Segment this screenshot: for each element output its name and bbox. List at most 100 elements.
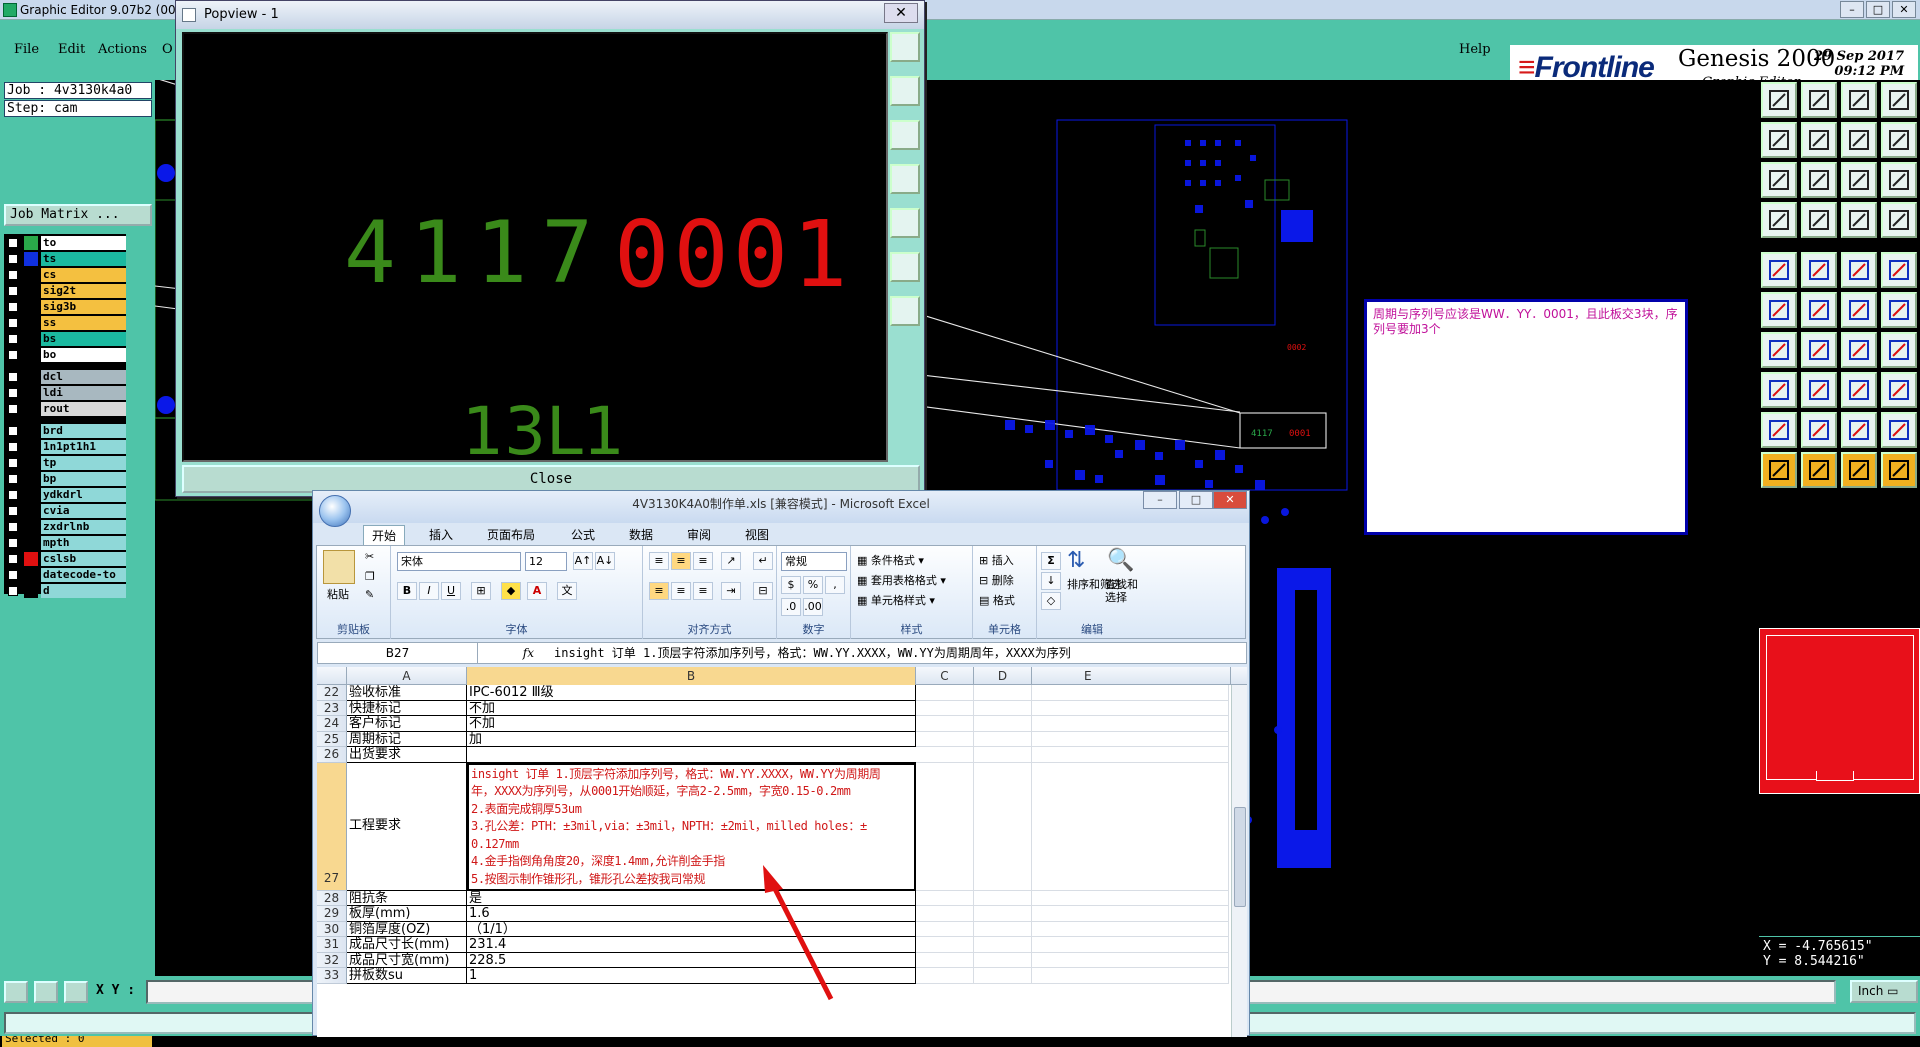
wrap-text-icon[interactable]: ↵ — [753, 552, 773, 570]
layer-color-swatch[interactable] — [24, 370, 38, 384]
format-cells-button[interactable]: ▤ 格式 — [979, 592, 1015, 608]
indent-icon[interactable]: ⇥ — [721, 582, 741, 600]
measure-icon[interactable] — [34, 981, 58, 1003]
layer-checkbox[interactable] — [8, 506, 18, 516]
layer-name[interactable]: sig2t — [41, 284, 126, 298]
wave-icon[interactable] — [1881, 412, 1917, 448]
layer-checkbox[interactable] — [8, 442, 18, 452]
layer-name[interactable]: dcl — [41, 370, 126, 384]
menu-help[interactable]: Help — [1459, 42, 1491, 57]
layer-row-mpth[interactable]: mpth — [4, 536, 126, 550]
layer-checkbox[interactable] — [8, 586, 18, 596]
find-select-button[interactable]: 查找和选择 — [1105, 578, 1147, 604]
layer-checkbox[interactable] — [8, 254, 18, 264]
formula-input[interactable]: insight 订单 1.顶层字符添加序列号，格式：WW.YY.XXXX，WW.… — [554, 643, 1071, 663]
menu-file[interactable]: File — [14, 42, 39, 57]
orientation-icon[interactable]: ↗ — [721, 552, 741, 570]
layer-row-d[interactable]: d — [4, 584, 126, 598]
layer-row-cs[interactable]: cs — [4, 268, 126, 282]
pad-icon[interactable] — [1761, 372, 1797, 408]
layer-color-swatch[interactable] — [24, 584, 38, 598]
layer-name[interactable]: ldi — [41, 386, 126, 400]
snake-icon[interactable] — [1761, 202, 1797, 238]
shrink-font-icon[interactable]: A↓ — [595, 552, 615, 570]
ribbon-tab-3[interactable]: 公式 — [563, 525, 603, 545]
layer-name[interactable]: cvia — [41, 504, 126, 518]
cell-style-button[interactable]: ▦ 单元格样式 ▾ — [857, 592, 935, 608]
layer-color-swatch[interactable] — [24, 536, 38, 550]
menu-options[interactable]: O — [162, 42, 173, 57]
conditional-format-button[interactable]: ▦ 条件格式 ▾ — [857, 552, 924, 568]
layer-checkbox[interactable] — [8, 350, 18, 360]
layer-name[interactable]: bp — [41, 472, 126, 486]
layer-name[interactable]: ss — [41, 316, 126, 330]
layer-row-rout[interactable]: rout — [4, 402, 126, 416]
font-color-icon[interactable]: A — [527, 582, 547, 600]
close-window-button[interactable]: ✕ — [1892, 1, 1916, 18]
font-name-select[interactable]: 宋体 — [397, 552, 521, 571]
grow-font-icon[interactable]: A↑ — [573, 552, 593, 570]
home-icon[interactable] — [1761, 82, 1797, 118]
layer-name[interactable]: 1n1pt1h1 — [41, 440, 126, 454]
layer-row-ts[interactable]: ts — [4, 252, 126, 266]
layer-name[interactable]: bo — [41, 348, 126, 362]
layer-color-swatch[interactable] — [24, 236, 38, 250]
peak-icon[interactable] — [1801, 412, 1837, 448]
job-matrix-button[interactable]: Job Matrix ... — [4, 204, 152, 226]
target-icon[interactable] — [1881, 252, 1917, 288]
popview-zoom-fit-icon[interactable] — [890, 296, 920, 326]
layer-checkbox[interactable] — [8, 238, 18, 248]
spreadsheet-grid[interactable]: ABCDE 22 验收标准 IPC-6012 Ⅲ级 23 快捷标记 不加 24 客户标记 不加 2… — [317, 667, 1247, 1037]
units-selector[interactable]: Inch ▭ — [1850, 980, 1918, 1003]
layer-name[interactable]: cs — [41, 268, 126, 282]
autosum-icon[interactable]: Σ — [1041, 552, 1061, 570]
fit-icon[interactable] — [1761, 162, 1797, 198]
layer-color-swatch[interactable] — [24, 402, 38, 416]
underline-icon[interactable]: U — [441, 582, 461, 600]
sort-filter-icon[interactable]: ⇅ — [1067, 548, 1095, 576]
fill-icon[interactable]: ↓ — [1041, 572, 1061, 590]
layer-checkbox[interactable] — [8, 474, 18, 484]
menu-icon[interactable] — [1881, 122, 1917, 158]
layer-checkbox[interactable] — [8, 426, 18, 436]
layer-checkbox[interactable] — [8, 334, 18, 344]
excel-maximize-button[interactable]: □ — [1179, 491, 1213, 509]
measure-icon[interactable] — [1801, 252, 1837, 288]
increase-decimal-icon[interactable]: .0 — [781, 598, 801, 616]
line-icon[interactable] — [1761, 332, 1797, 368]
percent-icon[interactable]: % — [803, 576, 823, 594]
layer-name[interactable]: ydkdrl — [41, 488, 126, 502]
layer-row-to[interactable]: to — [4, 236, 126, 250]
resize-icon[interactable] — [1841, 372, 1877, 408]
layer-checkbox[interactable] — [8, 538, 18, 548]
layer-name[interactable]: brd — [41, 424, 126, 438]
layer-name[interactable]: ts — [41, 252, 126, 266]
bold-icon[interactable]: B — [397, 582, 417, 600]
layer-color-swatch[interactable] — [24, 348, 38, 362]
layer-name[interactable]: rout — [41, 402, 126, 416]
link-icon[interactable] — [1841, 292, 1877, 328]
layer-row-tp[interactable]: tp — [4, 456, 126, 470]
layer-row-ydkdrl[interactable]: ydkdrl — [4, 488, 126, 502]
layer-color-swatch[interactable] — [24, 332, 38, 346]
slash-icon[interactable] — [1801, 332, 1837, 368]
layer-checkbox[interactable] — [8, 404, 18, 414]
menu-edit[interactable]: Edit — [58, 42, 85, 57]
ratio-icon[interactable] — [1841, 162, 1877, 198]
layer-checkbox[interactable] — [8, 490, 18, 500]
font-size-select[interactable]: 12 — [525, 552, 567, 571]
layer-name[interactable]: to — [41, 236, 126, 250]
popview-pan-up-icon[interactable] — [890, 76, 920, 106]
select-icon[interactable] — [1801, 452, 1837, 488]
popview-tool-1-icon[interactable] — [890, 32, 920, 62]
align-left-icon[interactable]: ≡ — [649, 582, 669, 600]
align-middle-icon[interactable]: ≡ — [671, 552, 691, 570]
ribbon-tab-1[interactable]: 插入 — [421, 525, 461, 545]
minimize-button[interactable]: – — [1840, 1, 1864, 18]
layer-color-swatch[interactable] — [24, 284, 38, 298]
layer-name[interactable]: datecode-to — [41, 568, 126, 582]
popview-zoom-in-icon[interactable] — [890, 252, 920, 282]
layer-checkbox[interactable] — [8, 388, 18, 398]
layer-row-ss[interactable]: ss — [4, 316, 126, 330]
insert-cells-button[interactable]: ⊞ 插入 — [979, 552, 1014, 568]
